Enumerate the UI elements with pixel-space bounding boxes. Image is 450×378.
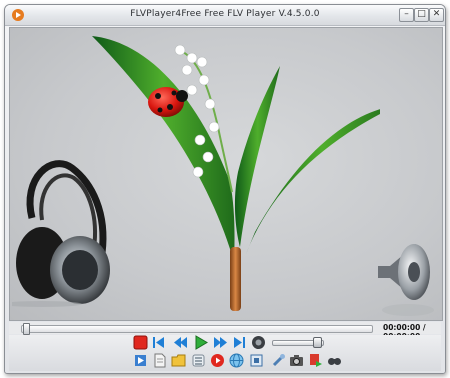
web-icon [229,353,244,368]
seek-bar-area: 00:00:00 / 00:00:00 [9,322,441,341]
settings-button[interactable] [271,353,286,368]
volume-thumb[interactable] [313,337,323,348]
stop-icon [133,335,148,350]
fullscreen-icon [250,354,263,367]
settings-icon [272,354,285,367]
previous-button[interactable] [151,335,166,350]
snapshot-icon [290,355,303,366]
video-area[interactable] [9,27,443,321]
title-bar[interactable]: FLVPlayer4Free Free FLV Player V.4.5.0.0… [5,5,445,26]
youtube-icon [211,354,224,367]
snapshot-button[interactable] [289,353,304,368]
open-file-icon [135,355,146,366]
open-folder-icon [171,354,186,367]
headphones-illustration [12,160,110,307]
playlist-icon [192,354,205,367]
youtube-button[interactable] [210,353,225,368]
next-icon [234,337,245,348]
window-title: FLVPlayer4Free Free FLV Player V.4.5.0.0 [130,9,320,19]
playlist-button[interactable] [191,353,206,368]
plant-illustration [92,36,380,311]
fast-forward-icon [214,337,227,348]
maximize-button[interactable]: □ [414,8,429,22]
seek-thumb[interactable] [23,323,30,335]
web-button[interactable] [229,353,244,368]
rewind-icon [174,337,187,348]
convert-icon [310,354,322,367]
stop-button[interactable] [133,335,148,350]
speaker-illustration [378,244,434,316]
next-button[interactable] [232,335,247,350]
fast-forward-button[interactable] [213,335,228,350]
player-window: FLVPlayer4Free Free FLV Player V.4.5.0.0… [4,4,446,374]
open-file-button[interactable] [133,353,148,368]
previous-icon [153,337,164,348]
play-button[interactable] [193,335,208,350]
seek-slider[interactable] [21,325,373,333]
mute-icon [252,336,265,349]
play-icon [195,335,208,350]
open-folder-button[interactable] [171,353,186,368]
minimize-button[interactable]: – [399,8,414,22]
search-icon [328,358,341,365]
rewind-button[interactable] [173,335,188,350]
search-button[interactable] [327,353,342,368]
close-button[interactable]: ✕ [429,8,444,22]
mute-button[interactable] [251,335,266,350]
convert-button[interactable] [308,353,323,368]
open-document-icon [154,353,166,368]
open-document-button[interactable] [152,353,167,368]
fullscreen-button[interactable] [249,353,264,368]
control-panel [9,335,441,371]
